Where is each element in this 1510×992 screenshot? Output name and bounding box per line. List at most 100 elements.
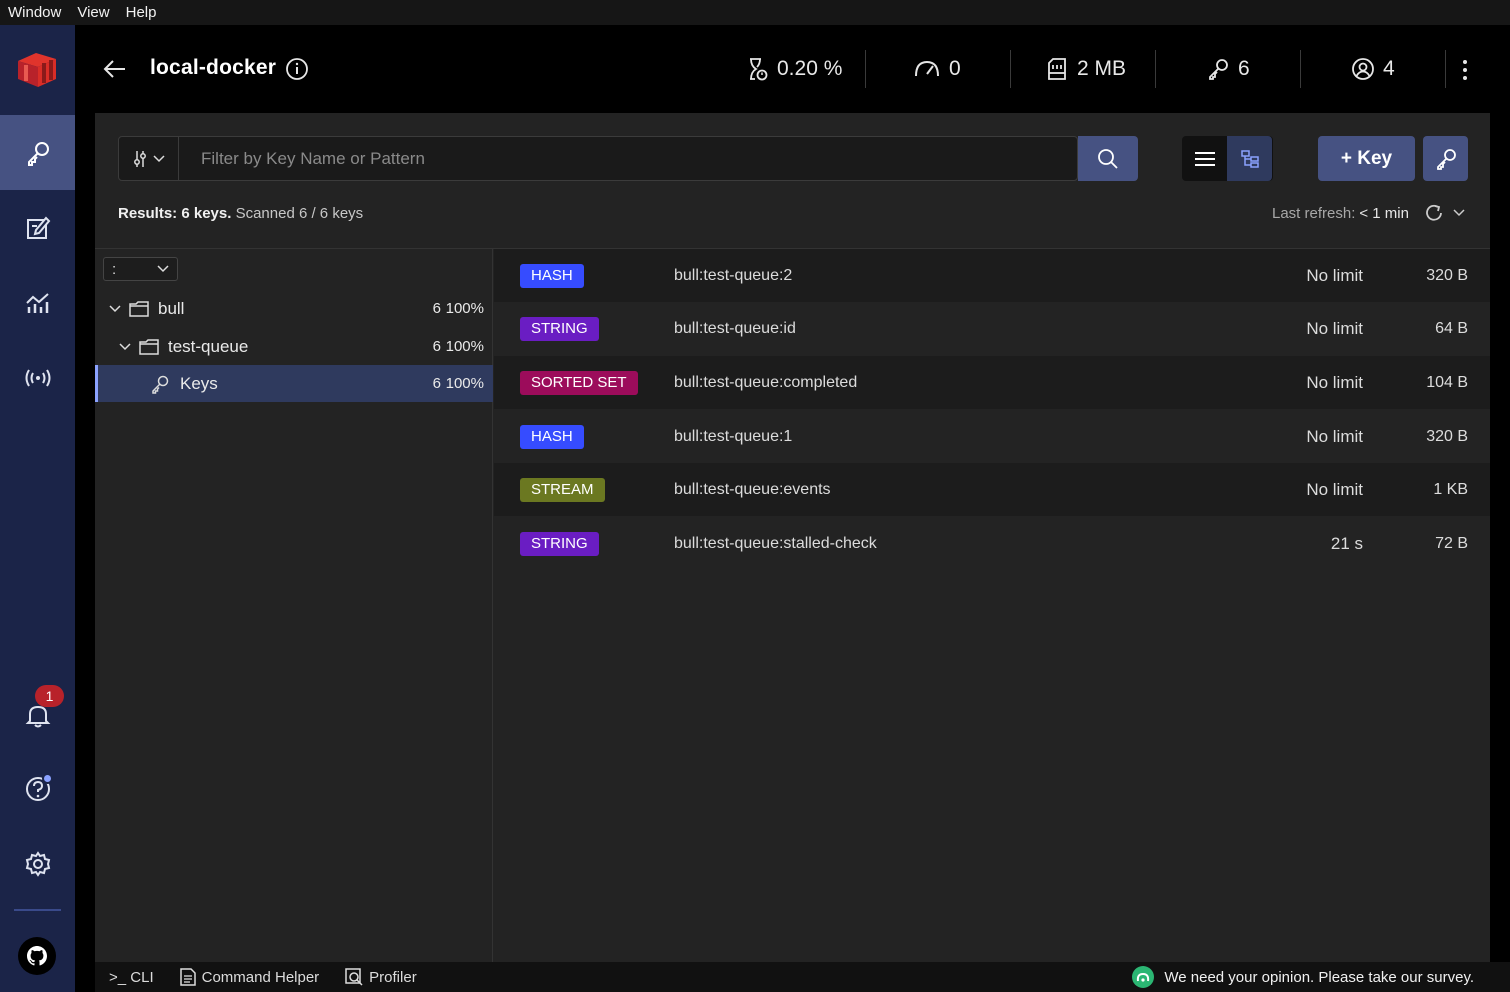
menu-help[interactable]: Help <box>126 4 157 21</box>
results-summary: Results: 6 keys. Scanned 6 / 6 keys <box>118 205 363 222</box>
key-row[interactable]: STRING bull:test-queue:id No limit 64 B <box>494 302 1490 355</box>
key-size: 104 B <box>1426 373 1468 391</box>
tree-node-test-queue[interactable]: test-queue 6 100% <box>95 328 493 365</box>
stat-divider <box>1010 50 1011 88</box>
key-type-badge: STRING <box>520 531 599 556</box>
gear-icon <box>25 850 50 877</box>
key-size: 64 B <box>1435 319 1468 337</box>
sidebar-item-pubsub[interactable] <box>0 340 75 415</box>
key-row[interactable]: SORTED SET bull:test-queue:completed No … <box>494 356 1490 409</box>
stat-ops[interactable]: 0 <box>913 54 961 84</box>
memory-icon <box>1048 58 1066 80</box>
bottom-bar: >_ CLI Command Helper Profiler We need y… <box>95 962 1510 992</box>
stat-divider <box>1445 50 1446 88</box>
github-icon[interactable] <box>18 937 56 975</box>
key-filter-input[interactable] <box>179 137 1079 180</box>
bulk-actions-button[interactable] <box>1423 136 1468 181</box>
last-refresh-value: < 1 min <box>1359 204 1409 222</box>
sidebar-item-help[interactable] <box>0 751 75 826</box>
chevron-down-icon <box>152 154 165 162</box>
filter-sliders-icon <box>133 150 146 167</box>
key-ttl: 21 s <box>1330 533 1363 553</box>
tree-node-keys[interactable]: Keys 6 100% <box>95 365 493 402</box>
edit-icon <box>26 216 50 239</box>
menu-view[interactable]: View <box>77 4 109 21</box>
survey-text: We need your opinion. Please take our su… <box>1164 968 1474 986</box>
scanned-count: Scanned 6 / 6 keys <box>235 205 364 222</box>
refresh-status: Last refresh: < 1 min <box>1272 202 1465 224</box>
cpu-value: 0.20 % <box>777 57 843 80</box>
key-row[interactable]: STRING bull:test-queue:stalled-check 21 … <box>494 517 1490 570</box>
key-type-badge: STREAM <box>520 477 605 502</box>
search-icon <box>1098 148 1118 169</box>
results-count: Results: 6 keys. <box>118 205 232 222</box>
key-icon <box>27 141 49 166</box>
key-tree: : bull 6 100% test-queue 6 100% Keys 6 1… <box>95 249 493 962</box>
chevron-down-icon <box>119 342 131 350</box>
key-row[interactable]: HASH bull:test-queue:2 No limit 320 B <box>494 249 1490 302</box>
folder-icon <box>129 300 149 317</box>
key-size: 320 B <box>1426 266 1468 284</box>
chevron-down-icon[interactable] <box>1453 209 1465 217</box>
back-arrow-icon[interactable] <box>102 56 128 87</box>
broadcast-icon <box>25 368 50 387</box>
info-icon[interactable] <box>285 57 309 86</box>
key-name: bull:test-queue:2 <box>674 266 793 284</box>
key-type-filter[interactable] <box>119 137 179 180</box>
key-row[interactable]: HASH bull:test-queue:1 No limit 320 B <box>494 410 1490 463</box>
list-icon <box>1194 151 1215 166</box>
stat-divider <box>1300 50 1301 88</box>
survey-link[interactable]: We need your opinion. Please take our su… <box>1132 966 1474 988</box>
key-name: bull:test-queue:1 <box>674 427 793 445</box>
tree-view-button[interactable] <box>1227 136 1272 181</box>
tree-node-count: 6 <box>432 300 441 317</box>
stat-memory[interactable]: 2 MB <box>1045 54 1126 84</box>
more-options-icon[interactable] <box>1461 59 1469 86</box>
command-helper-button[interactable]: Command Helper <box>179 968 319 986</box>
filter-bar <box>118 136 1079 181</box>
tree-node-bull[interactable]: bull 6 100% <box>95 290 493 327</box>
delimiter-select[interactable]: : <box>103 257 178 281</box>
help-indicator-dot <box>42 773 53 784</box>
list-view-button[interactable] <box>1182 136 1227 181</box>
key-ttl: No limit <box>1306 372 1363 392</box>
document-icon <box>179 968 196 986</box>
survey-icon <box>1132 966 1155 988</box>
stat-cpu[interactable]: 0.20 % <box>745 54 842 84</box>
profiler-icon <box>345 968 363 986</box>
notification-badge: 1 <box>35 685 64 707</box>
key-type-badge: HASH <box>520 263 584 288</box>
ops-value: 0 <box>949 57 961 80</box>
add-key-button[interactable]: + Key <box>1318 136 1415 181</box>
database-name: local-docker <box>150 56 277 79</box>
analytics-icon <box>25 292 49 313</box>
memory-value: 2 MB <box>1077 57 1127 80</box>
sidebar-item-analytics[interactable] <box>0 265 75 340</box>
menu-window[interactable]: Window <box>8 4 61 21</box>
tree-node-percent: 100% <box>445 375 484 392</box>
stat-keys[interactable]: 6 <box>1206 54 1250 84</box>
cli-label: >_ CLI <box>109 968 154 986</box>
key-ttl: No limit <box>1306 479 1363 499</box>
cli-button[interactable]: >_ CLI <box>109 969 154 986</box>
redis-logo-icon[interactable] <box>14 47 62 91</box>
key-size: 1 KB <box>1433 480 1468 498</box>
sidebar-item-browser[interactable] <box>0 115 75 190</box>
key-icon <box>1209 59 1228 80</box>
profiler-button[interactable]: Profiler <box>345 968 417 986</box>
delimiter-value: : <box>112 260 117 278</box>
key-row[interactable]: STREAM bull:test-queue:events No limit 1… <box>494 463 1490 516</box>
sidebar-item-workbench[interactable] <box>0 190 75 265</box>
sidebar-item-settings[interactable] <box>0 826 75 901</box>
tree-icon <box>1240 149 1259 168</box>
tree-node-percent: 100% <box>445 300 484 317</box>
sidebar-divider <box>14 909 61 911</box>
refresh-icon[interactable] <box>1423 202 1445 224</box>
key-type-badge: HASH <box>520 424 584 449</box>
sidebar: 1 <box>0 25 75 992</box>
stat-clients[interactable]: 4 <box>1351 54 1395 84</box>
profiler-label: Profiler <box>369 968 417 986</box>
chevron-down-icon <box>109 304 121 312</box>
search-button[interactable] <box>1078 136 1138 181</box>
browser-panel: + Key Results: 6 keys. Scanned 6 / 6 key… <box>95 113 1490 962</box>
